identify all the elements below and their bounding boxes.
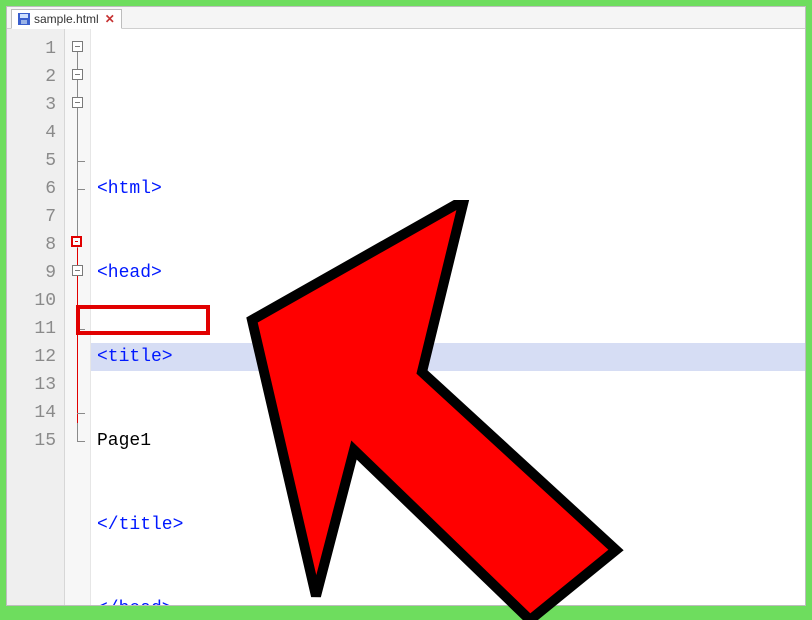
- line-number: 8: [7, 231, 56, 259]
- line-number: 12: [7, 343, 56, 371]
- code-text: Page1: [97, 431, 151, 451]
- code-text: </title>: [97, 515, 183, 535]
- code-text: </head>: [97, 599, 173, 605]
- fold-toggle-icon[interactable]: [72, 69, 83, 80]
- line-number: 5: [7, 147, 56, 175]
- code-text: <html>: [97, 179, 162, 199]
- line-number: 6: [7, 175, 56, 203]
- tab-filename: sample.html: [34, 12, 99, 26]
- tab-bar: sample.html ✕: [7, 7, 805, 29]
- fold-toggle-icon[interactable]: [72, 41, 83, 52]
- line-number: 13: [7, 371, 56, 399]
- line-number: 11: [7, 315, 56, 343]
- cursor-arrow-icon: [196, 200, 716, 620]
- line-number: 10: [7, 287, 56, 315]
- file-tab-sample[interactable]: sample.html ✕: [11, 9, 122, 29]
- save-icon: [18, 13, 30, 25]
- line-number: 2: [7, 63, 56, 91]
- close-icon[interactable]: ✕: [105, 12, 115, 26]
- code-text: <title>: [97, 347, 173, 367]
- fold-toggle-icon[interactable]: [72, 97, 83, 108]
- fold-toggle-icon[interactable]: [71, 236, 82, 247]
- line-number: 3: [7, 91, 56, 119]
- line-number: 1: [7, 35, 56, 63]
- line-number: 7: [7, 203, 56, 231]
- line-number-gutter: 1 2 3 4 5 6 7 8 9 10 11 12 13 14 15: [7, 29, 65, 605]
- line-number: 14: [7, 399, 56, 427]
- fold-toggle-icon[interactable]: [72, 265, 83, 276]
- line-number: 15: [7, 427, 56, 455]
- highlight-rectangle: [76, 305, 210, 335]
- line-number: 4: [7, 119, 56, 147]
- code-text: <head>: [97, 263, 162, 283]
- line-number: 9: [7, 259, 56, 287]
